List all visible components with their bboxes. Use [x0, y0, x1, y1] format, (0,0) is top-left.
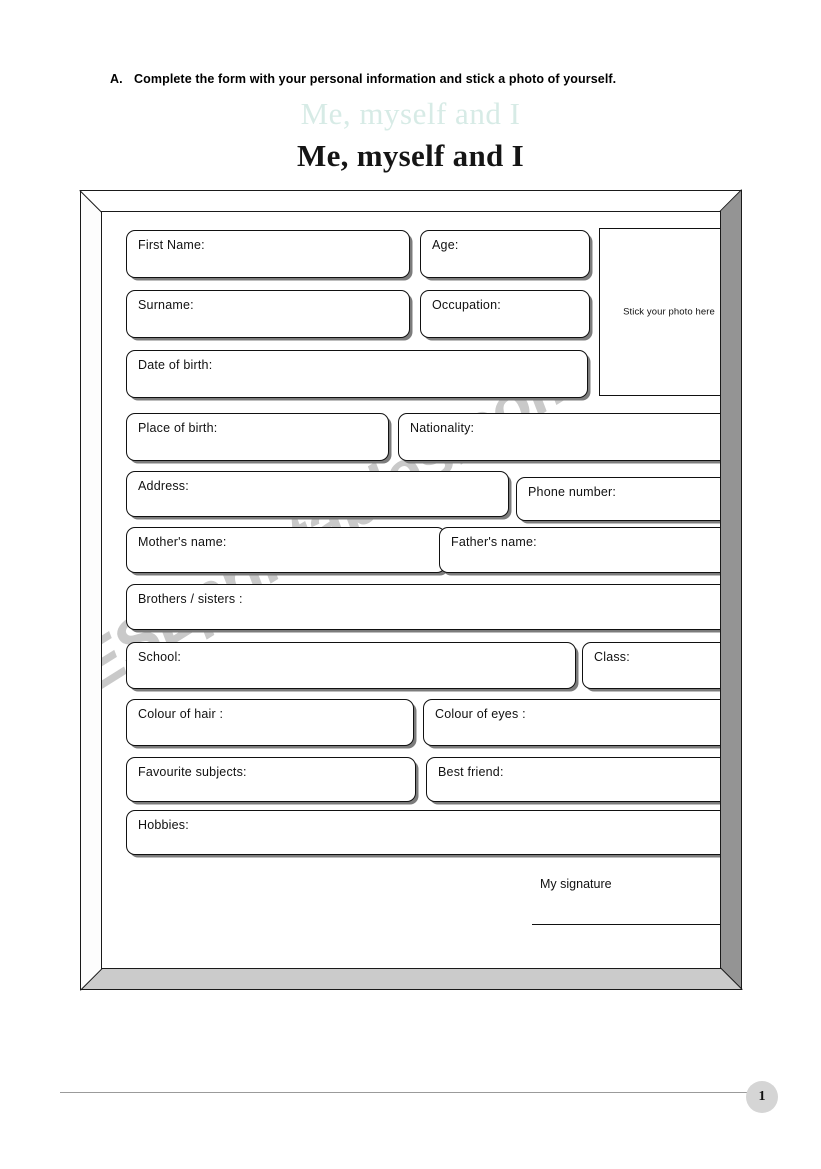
instruction-text: Complete the form with your personal inf…	[134, 72, 617, 86]
frame-edge-top	[80, 190, 742, 212]
picture-frame: ESLprintables.com Stick your photo here …	[79, 189, 743, 991]
frame-edge-bottom	[80, 968, 742, 990]
field-first-name[interactable]: First Name:	[126, 230, 410, 278]
field-label-class: Class:	[594, 650, 630, 664]
field-brothers-sisters[interactable]: Brothers / sisters :	[126, 584, 720, 630]
field-label-colour-of-eyes: Colour of eyes :	[435, 707, 526, 721]
field-label-surname: Surname:	[138, 298, 194, 312]
ghost-title: Me, myself and I	[300, 96, 521, 131]
signature-line[interactable]	[532, 924, 720, 925]
field-label-favourite-subjects: Favourite subjects:	[138, 765, 247, 779]
field-label-occupation: Occupation:	[432, 298, 501, 312]
field-colour-of-eyes[interactable]: Colour of eyes :	[423, 699, 720, 746]
field-label-colour-of-hair: Colour of hair :	[138, 707, 224, 721]
field-nationality[interactable]: Nationality:	[398, 413, 720, 461]
field-label-best-friend: Best friend:	[438, 765, 504, 779]
field-label-mothers-name: Mother's name:	[138, 535, 227, 549]
field-label-fathers-name: Father's name:	[451, 535, 537, 549]
field-place-of-birth[interactable]: Place of birth:	[126, 413, 389, 461]
instruction-line: A. Complete the form with your personal i…	[110, 72, 750, 86]
footer-rule	[60, 1092, 760, 1093]
field-school[interactable]: School:	[126, 642, 576, 689]
field-label-hobbies: Hobbies:	[138, 818, 189, 832]
page-number-badge: 1	[746, 1081, 778, 1113]
signature-label: My signature	[540, 877, 612, 891]
field-colour-of-hair[interactable]: Colour of hair :	[126, 699, 414, 746]
field-label-place-of-birth: Place of birth:	[138, 421, 218, 435]
field-label-address: Address:	[138, 479, 189, 493]
field-label-nationality: Nationality:	[410, 421, 475, 435]
photo-box[interactable]: Stick your photo here	[599, 228, 720, 396]
field-label-phone-number: Phone number:	[528, 485, 617, 499]
field-surname[interactable]: Surname:	[126, 290, 410, 338]
photo-box-label: Stick your photo here	[623, 306, 715, 318]
field-fathers-name[interactable]: Father's name:	[439, 527, 720, 573]
field-mothers-name[interactable]: Mother's name:	[126, 527, 446, 573]
field-address[interactable]: Address:	[126, 471, 509, 517]
frame-edge-right	[720, 190, 742, 990]
field-label-date-of-birth: Date of birth:	[138, 358, 213, 372]
form-canvas: ESLprintables.com Stick your photo here …	[102, 212, 720, 968]
field-date-of-birth[interactable]: Date of birth:	[126, 350, 588, 398]
field-label-first-name: First Name:	[138, 238, 205, 252]
field-hobbies[interactable]: Hobbies:	[126, 810, 720, 855]
field-class[interactable]: Class:	[582, 642, 720, 689]
field-phone-number[interactable]: Phone number:	[516, 477, 720, 521]
field-occupation[interactable]: Occupation:	[420, 290, 590, 338]
field-favourite-subjects[interactable]: Favourite subjects:	[126, 757, 416, 802]
field-label-brothers-sisters: Brothers / sisters :	[138, 592, 243, 606]
page-title: Me, myself and I	[297, 138, 524, 173]
field-age[interactable]: Age:	[420, 230, 590, 278]
field-label-school: School:	[138, 650, 182, 664]
field-label-age: Age:	[432, 238, 459, 252]
frame-edge-left	[80, 190, 102, 990]
instruction-marker: A.	[110, 72, 123, 86]
field-best-friend[interactable]: Best friend:	[426, 757, 720, 802]
